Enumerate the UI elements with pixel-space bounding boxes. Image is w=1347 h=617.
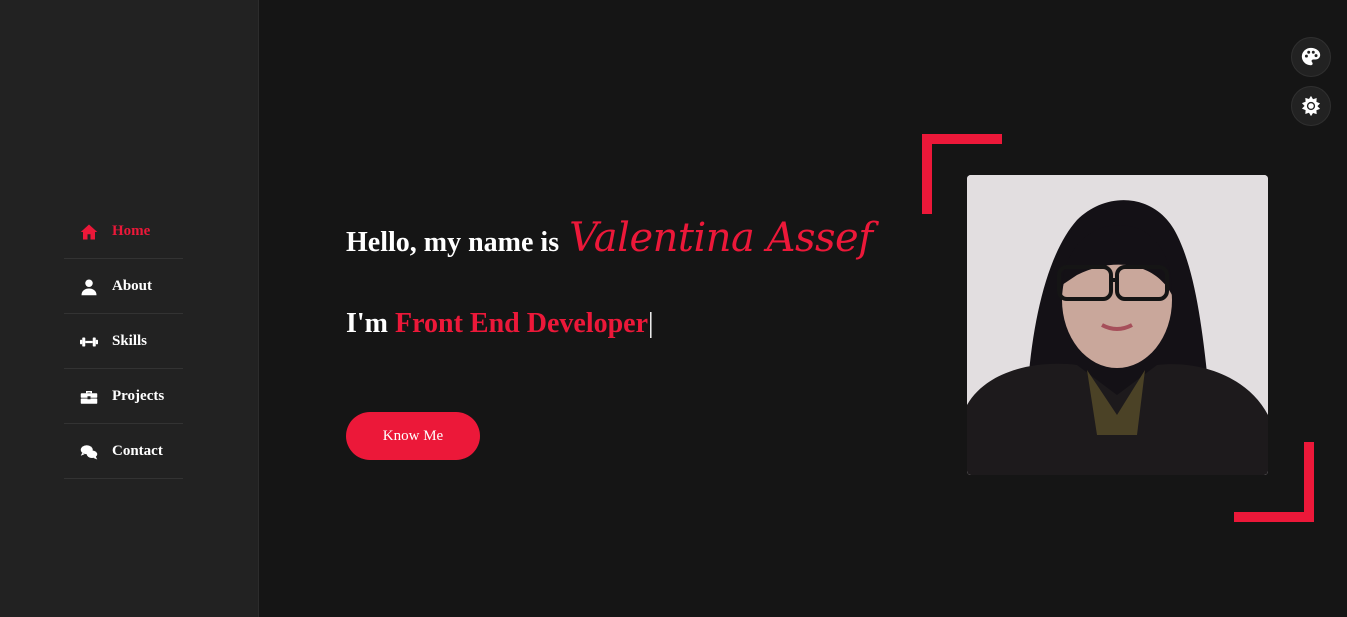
nav-item-skills[interactable]: Skills <box>64 315 183 369</box>
nav-item-label: Projects <box>112 388 165 404</box>
user-icon <box>78 278 100 296</box>
sun-icon <box>1301 95 1321 117</box>
greeting-heading: Hello, my name is Valentina Assef <box>346 215 873 261</box>
nav-item-label: Home <box>112 223 151 239</box>
nav-item-contact[interactable]: Contact <box>64 425 183 479</box>
know-me-button[interactable]: Know Me <box>346 412 480 460</box>
home-icon <box>78 223 100 241</box>
nav-item-projects[interactable]: Projects <box>64 370 183 424</box>
color-palette-button[interactable] <box>1291 37 1331 77</box>
role-text: Front End Developer <box>395 308 649 339</box>
dumbbell-icon <box>78 333 100 351</box>
comments-icon <box>78 443 100 461</box>
nav-item-label: Skills <box>112 333 148 349</box>
theme-toggle-button[interactable] <box>1291 86 1331 126</box>
role-prefix: I'm <box>346 308 388 339</box>
palette-icon <box>1301 47 1321 66</box>
role-heading: I'm Front End Developer| <box>346 308 654 340</box>
profile-photo <box>967 175 1268 475</box>
typing-cursor: | <box>648 308 654 339</box>
main-nav: Home About Skills Projects Contact <box>64 205 183 479</box>
profile-photo-frame <box>922 134 1314 522</box>
nav-item-label: Contact <box>112 443 163 459</box>
main-content: Hello, my name is Valentina Assef I'm Fr… <box>259 0 1347 617</box>
briefcase-icon <box>78 388 100 406</box>
sidebar: Home About Skills Projects Contact <box>0 0 259 617</box>
nav-item-about[interactable]: About <box>64 260 183 314</box>
greeting-text: Hello, my name is <box>346 227 560 258</box>
name-text: Valentina Assef <box>569 215 873 261</box>
nav-item-label: About <box>112 278 153 294</box>
nav-item-home[interactable]: Home <box>64 205 183 259</box>
